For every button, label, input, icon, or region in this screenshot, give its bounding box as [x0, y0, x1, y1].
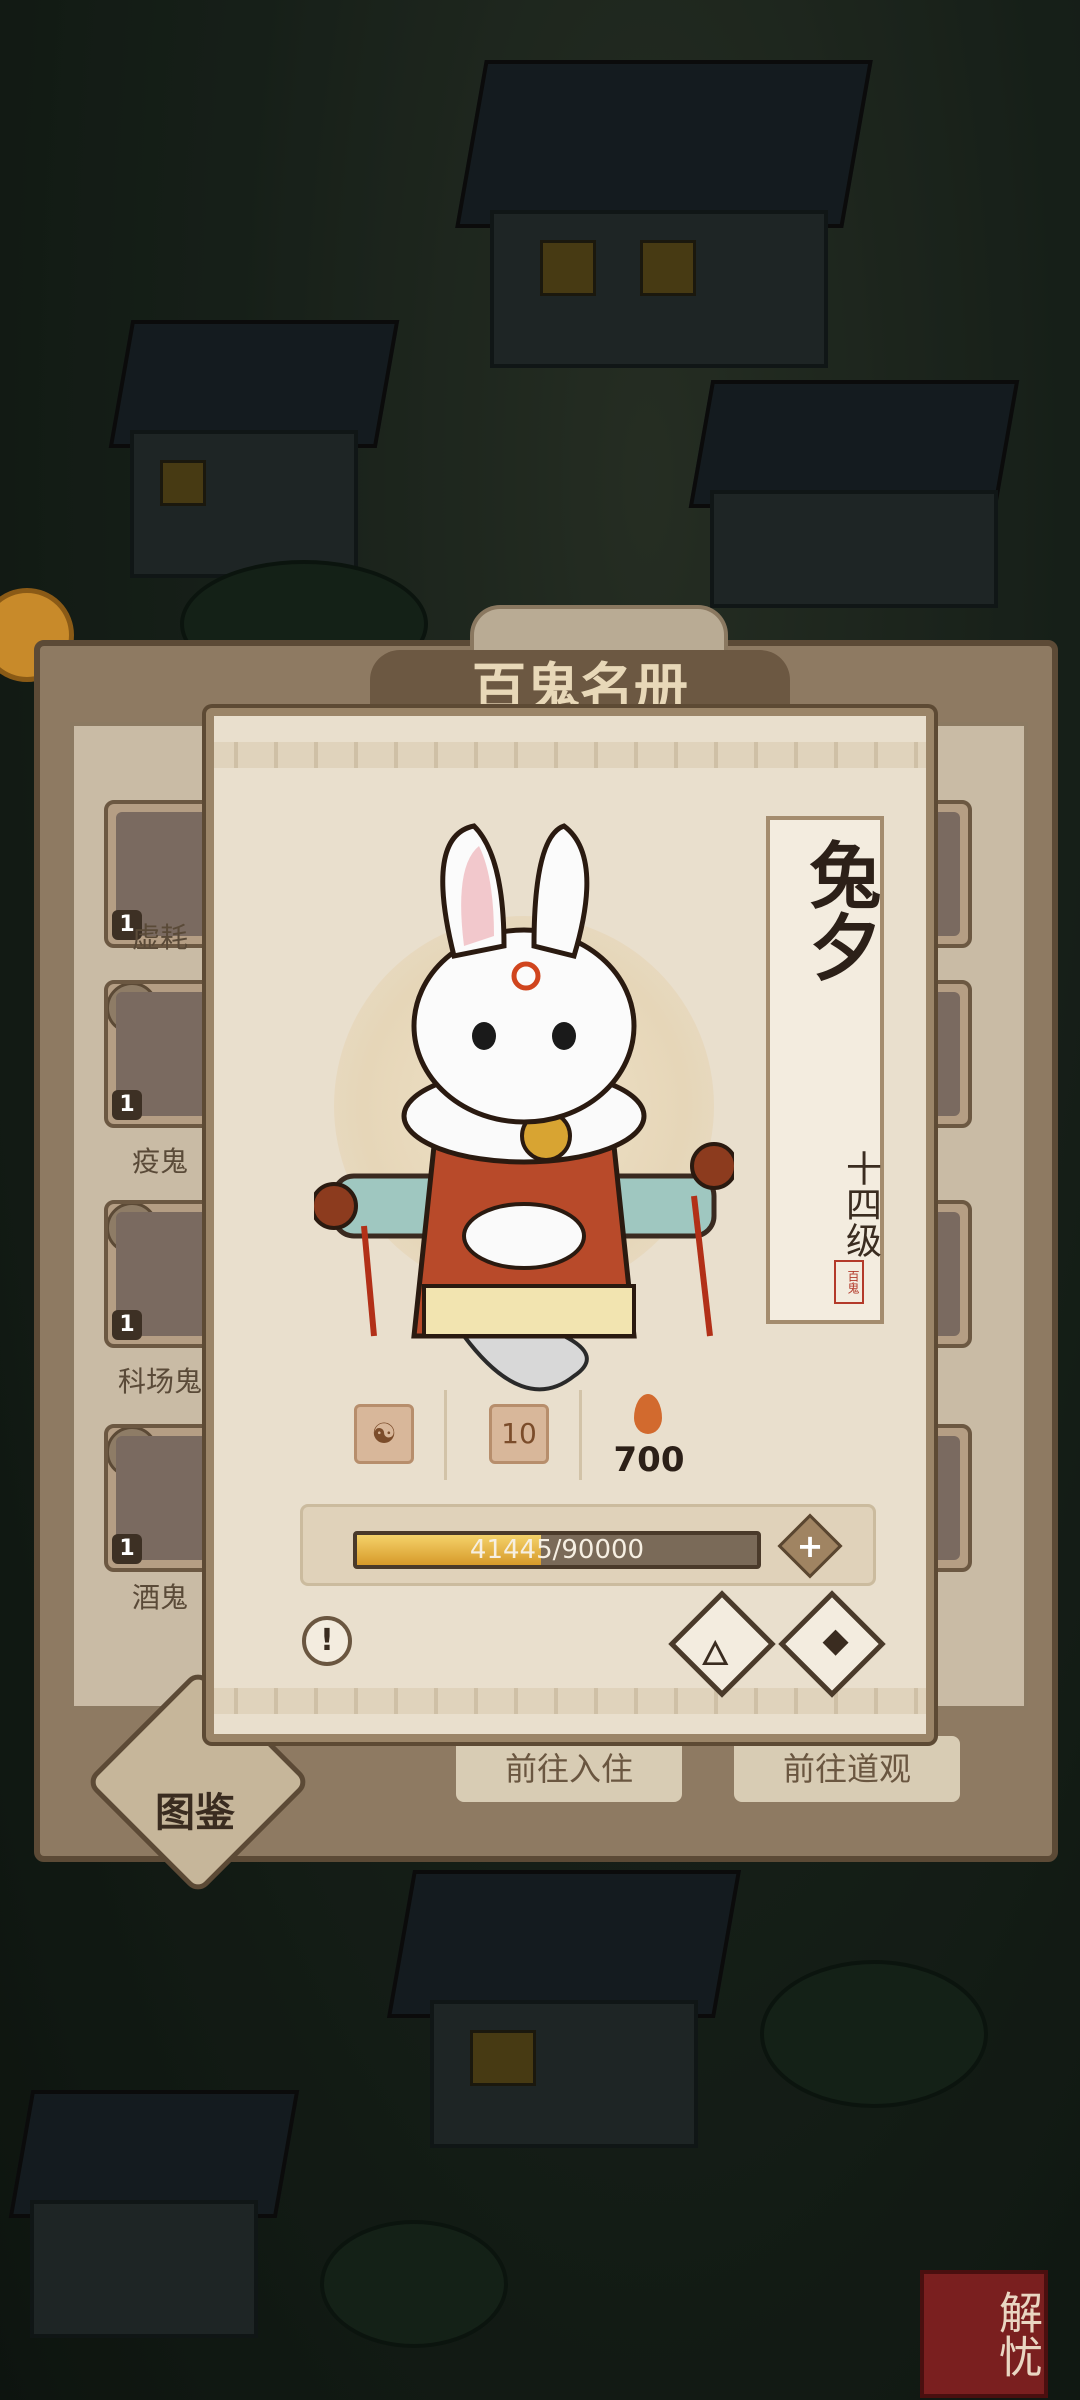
- ghost-level: 1: [112, 1310, 142, 1340]
- ghost-level: 1: [112, 1090, 142, 1120]
- ghost-name: 酒鬼: [131, 1581, 188, 1614]
- ghost-name-plate: 兔夕 十四级 百鬼: [766, 816, 884, 1324]
- go-temple-button[interactable]: 前往道观: [730, 1732, 964, 1806]
- stat-tile: 10: [449, 1390, 582, 1480]
- stat-flame: 700: [584, 1390, 714, 1480]
- info-button[interactable]: !: [302, 1616, 352, 1666]
- ghost-name: 科场鬼: [117, 1365, 202, 1398]
- ghost-level: 1: [112, 1534, 142, 1564]
- stats-row: ☯ 10 700: [314, 1390, 734, 1480]
- bottom-border-pattern: [214, 1688, 926, 1714]
- skill-button-1[interactable]: 🜂: [668, 1590, 776, 1698]
- flame-swirl-icon: 🜂: [700, 1634, 731, 1675]
- ghost-card[interactable]: 1: [104, 1200, 222, 1348]
- seal-stamp: 百鬼: [834, 1260, 864, 1304]
- top-border-pattern: [214, 742, 926, 768]
- ghost-detail-card: 兔夕 十四级 百鬼 ☯ 10 700 41445/90000 + ! 🜂 ◆: [206, 708, 934, 1742]
- flame-icon: [634, 1394, 662, 1434]
- stat-taiji: ☯: [314, 1390, 447, 1480]
- skill-button-2[interactable]: ◆: [778, 1590, 886, 1698]
- add-experience-button[interactable]: +: [777, 1513, 843, 1579]
- experience-bar-container: 41445/90000 +: [300, 1504, 876, 1586]
- plus-icon: +: [796, 1527, 824, 1565]
- taiji-icon: ☯: [354, 1404, 414, 1464]
- ghost-name-vertical: 兔夕: [797, 838, 882, 982]
- ghost-level-text: 十四级: [840, 1150, 881, 1258]
- bag-icon: ◆: [822, 1620, 849, 1661]
- tile-10-icon: 10: [489, 1404, 549, 1464]
- ghost-name: 虚耗: [131, 921, 188, 954]
- move-in-button[interactable]: 前往入住: [452, 1732, 686, 1806]
- ghost-card[interactable]: 1: [104, 980, 222, 1128]
- ghost-name: 疫鬼: [131, 1145, 188, 1178]
- flame-value: 700: [613, 1440, 685, 1480]
- rabbit-ghost-portrait: [314, 823, 734, 1392]
- experience-text: 41445/90000: [469, 1535, 645, 1565]
- collection-button-label: 图鉴: [155, 1790, 235, 1836]
- ghost-card[interactable]: 1: [104, 1424, 222, 1572]
- corner-stamp-logo[interactable]: 解忧: [920, 2270, 1048, 2398]
